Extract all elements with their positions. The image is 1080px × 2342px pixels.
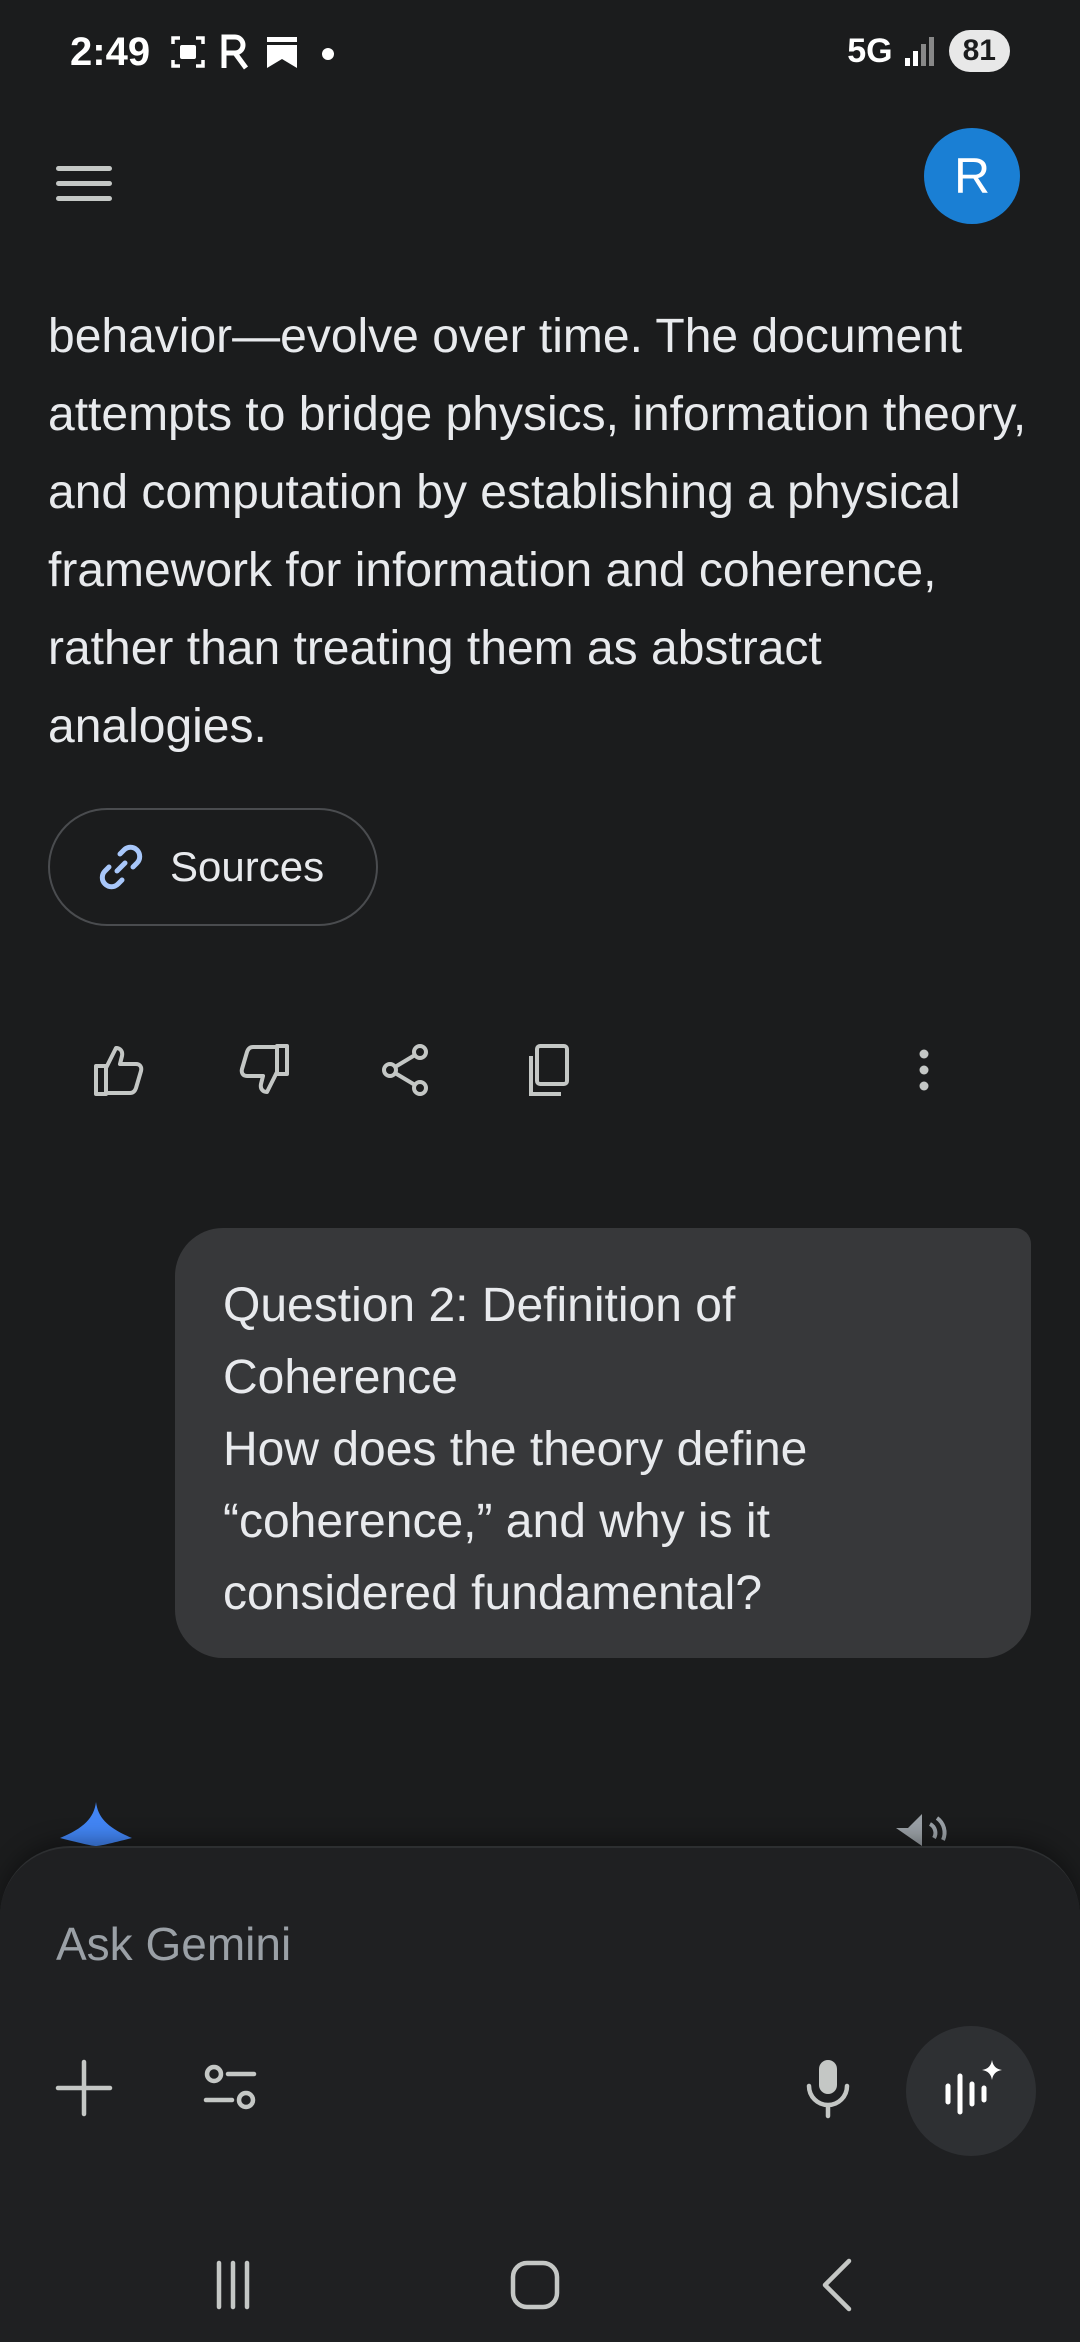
response-actions [0,1030,1080,1110]
status-bar: 2:49 5G 81 [0,0,1080,110]
recent-apps-icon[interactable] [188,2240,278,2330]
battery-level: 81 [948,30,1010,72]
live-waveform-icon [945,2060,1002,2115]
status-right: 5G 81 [847,30,1010,72]
bookmark-icon [267,37,297,68]
user-message-line-2: How does the theory define “coherence,” … [223,1423,808,1620]
notification-dot-icon [322,48,334,60]
network-type: 5G [847,31,893,70]
speaker-icon[interactable] [890,1808,950,1846]
link-icon [99,844,143,890]
sources-button[interactable]: Sources [48,808,378,926]
avatar[interactable]: R [924,128,1020,224]
status-time: 2:49 [70,30,151,74]
thumbs-down-icon[interactable] [223,1030,303,1110]
add-icon[interactable] [44,2048,124,2128]
sources-label: Sources [170,843,325,890]
r-app-icon [221,34,249,70]
tools-icon[interactable] [190,2048,270,2128]
top-bar: R [0,120,1080,230]
ask-gemini-input[interactable] [54,1908,818,1980]
thumbs-up-icon[interactable] [80,1030,160,1110]
hamburger-menu-icon[interactable] [48,148,120,220]
signal-icon [904,37,934,66]
back-icon[interactable] [794,2240,884,2330]
status-icons [170,34,338,70]
gemini-live-button[interactable] [906,2026,1036,2156]
system-nav-bar [0,2220,1080,2320]
share-icon[interactable] [366,1030,446,1110]
gemini-star-icon [60,1802,132,1846]
more-options-icon[interactable] [884,1030,964,1110]
screenshot-icon [171,36,205,68]
user-message-bubble: Question 2: Definition of Coherence How … [175,1228,1031,1658]
home-icon[interactable] [490,2240,580,2330]
response-text: behavior—evolve over time. The document … [48,310,1027,753]
user-message-line-1: Question 2: Definition of Coherence [223,1279,736,1404]
copy-icon[interactable] [509,1030,589,1110]
microphone-icon[interactable] [788,2048,868,2128]
